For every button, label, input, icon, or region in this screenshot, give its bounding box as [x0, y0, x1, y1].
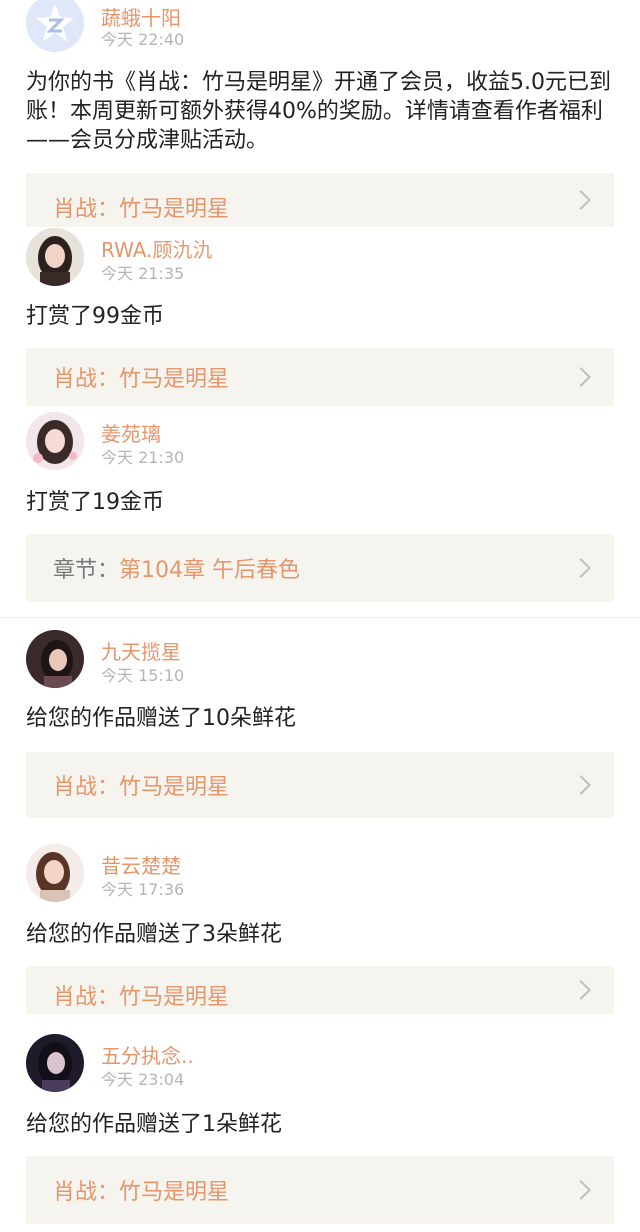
chevron-right-icon [571, 1180, 591, 1200]
message-text: 给您的作品赠送了3朵鲜花 [26, 922, 282, 947]
book-link-card[interactable]: 肖战：竹马是明星 [26, 966, 614, 1014]
chapter-title: 第104章 午后春色 [119, 558, 301, 583]
avatar[interactable] [26, 228, 84, 286]
timestamp: 今天 21:30 [101, 448, 185, 467]
book-link-card[interactable]: 肖战：竹马是明星 [26, 752, 614, 818]
sender-name[interactable]: 昔云楚楚 [101, 850, 181, 879]
chevron-right-icon [571, 980, 591, 1000]
chapter-link-card[interactable]: 章节： 第104章 午后春色 [26, 534, 614, 602]
book-link-card[interactable]: 肖战：竹马是明星 [26, 348, 614, 406]
avatar[interactable] [26, 1034, 84, 1092]
book-title: 肖战：竹马是明星 [53, 985, 230, 1010]
book-title: 肖战：竹马是明星 [53, 1180, 230, 1205]
sender-name[interactable]: 九天揽星 [101, 636, 181, 665]
sender-name[interactable]: 姜苑璃 [101, 418, 161, 447]
chevron-right-icon [571, 190, 591, 210]
notification-feed: 蔬蛾十阳 今天 22:40 为你的书《肖战：竹马是明星》开通了会员，收益5.0元… [0, 0, 640, 1232]
message-text: 打赏了99金币 [26, 304, 164, 329]
chevron-right-icon [571, 558, 591, 578]
message-text: 打赏了19金币 [26, 490, 164, 515]
card-label: 章节： [53, 558, 120, 583]
avatar[interactable] [26, 630, 84, 688]
message-text: 给您的作品赠送了1朵鲜花 [26, 1112, 282, 1137]
message-text: 为你的书《肖战：竹马是明星》开通了会员，收益5.0元已到账！本周更新可额外获得4… [26, 70, 611, 153]
book-link-card[interactable]: 肖战：竹马是明星 [26, 1156, 614, 1224]
timestamp: 今天 21:35 [101, 264, 185, 283]
timestamp: 今天 22:40 [101, 30, 185, 49]
timestamp: 今天 23:04 [101, 1070, 185, 1089]
book-title: 肖战：竹马是明星 [53, 367, 230, 392]
avatar[interactable] [26, 844, 84, 902]
avatar[interactable] [26, 412, 84, 470]
chevron-right-icon [571, 367, 591, 387]
book-title: 肖战：竹马是明星 [53, 197, 230, 222]
book-title: 肖战：竹马是明星 [53, 775, 230, 800]
sender-name[interactable]: RWA.顾氿氿 [101, 234, 212, 263]
sender-name[interactable]: 五分执念.. [101, 1040, 194, 1069]
system-logo-icon[interactable] [26, 0, 84, 52]
message-text: 给您的作品赠送了10朵鲜花 [26, 706, 296, 731]
divider [0, 617, 640, 618]
book-link-card[interactable]: 肖战：竹马是明星 [26, 173, 614, 227]
timestamp: 今天 17:36 [101, 880, 185, 899]
chevron-right-icon [571, 775, 591, 795]
timestamp: 今天 15:10 [101, 666, 185, 685]
